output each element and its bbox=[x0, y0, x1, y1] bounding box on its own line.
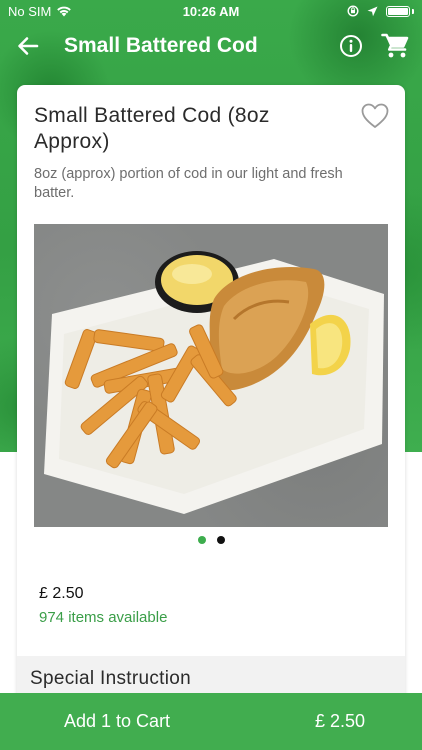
product-description: 8oz (approx) portion of cod in our light… bbox=[34, 166, 343, 201]
rotation-lock-icon bbox=[347, 5, 359, 17]
special-instruction-title: Special Instruction bbox=[30, 668, 191, 689]
location-arrow-icon bbox=[367, 6, 378, 16]
availability-text: 974 items available bbox=[39, 609, 168, 626]
heart-outline-icon bbox=[361, 103, 389, 128]
arrow-left-icon bbox=[18, 37, 39, 55]
back-button[interactable] bbox=[0, 24, 56, 68]
carousel-dot-1[interactable] bbox=[197, 536, 206, 544]
status-left: No SIM bbox=[8, 4, 72, 19]
carousel-dots bbox=[17, 536, 405, 544]
battery-tip bbox=[412, 8, 414, 14]
carrier-label: No SIM bbox=[8, 3, 52, 19]
status-right bbox=[347, 5, 414, 17]
cart-icon bbox=[381, 33, 409, 58]
carousel-dot-2[interactable] bbox=[216, 536, 225, 544]
add-to-cart-label: Add 1 to Cart bbox=[64, 711, 171, 731]
fish-and-chips-illustration bbox=[44, 251, 384, 514]
wifi-icon bbox=[57, 6, 72, 17]
nav-bar: Small Battered Cod bbox=[0, 24, 422, 68]
add-to-cart-button[interactable]: Add 1 to Cart £ 2.50 bbox=[0, 693, 422, 750]
nav-actions bbox=[336, 31, 422, 61]
cart-total-price: £ 2.50 bbox=[314, 711, 365, 731]
page-title: Small Battered Cod bbox=[64, 34, 258, 57]
status-bar: No SIM 10:26 AM bbox=[0, 0, 422, 22]
product-card: Small Battered Cod (8oz Approx) 8oz (app… bbox=[17, 85, 405, 745]
product-image bbox=[34, 224, 388, 527]
product-price: £ 2.50 bbox=[39, 585, 84, 602]
battery-icon bbox=[386, 5, 410, 17]
info-button[interactable] bbox=[336, 31, 366, 61]
info-icon bbox=[340, 35, 362, 57]
cart-button[interactable] bbox=[380, 31, 410, 61]
product-title: Small Battered Cod (8oz Approx) bbox=[34, 104, 270, 153]
favorite-button[interactable] bbox=[361, 103, 389, 129]
